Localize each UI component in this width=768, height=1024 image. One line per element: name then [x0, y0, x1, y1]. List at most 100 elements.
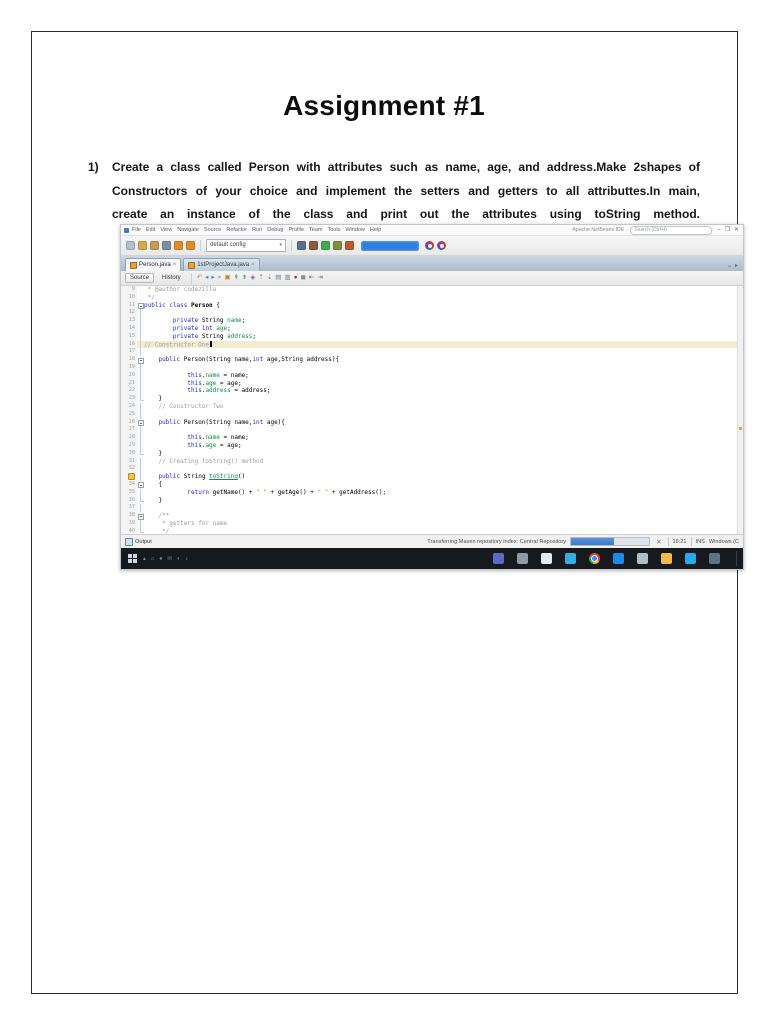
tray-icon[interactable]: ⌂ [151, 556, 154, 562]
comment-icon[interactable]: ▤ [275, 272, 281, 284]
menu-navigate[interactable]: Navigate [177, 227, 199, 233]
fold-indicator [137, 473, 144, 481]
error-stripe[interactable] [737, 286, 743, 534]
menu-edit[interactable]: Edit [146, 227, 155, 233]
cancel-progress-icon[interactable]: ✕ [654, 538, 663, 546]
fold-indicator [137, 426, 144, 435]
menu-view[interactable]: View [160, 227, 172, 233]
maximize-icon[interactable]: ❐ [725, 225, 730, 235]
close-tab-icon[interactable]: × [173, 262, 177, 268]
menu-run[interactable]: Run [252, 227, 262, 233]
code-text: this.name = name; [187, 371, 249, 379]
open-project-icon[interactable] [150, 241, 159, 250]
menu-debug[interactable]: Debug [267, 227, 283, 233]
show-desktop-button[interactable] [736, 551, 739, 566]
menu-team[interactable]: Team [309, 227, 322, 233]
code-line: 11 public class Person { [121, 302, 743, 310]
config-dropdown[interactable]: default config ▾ [206, 239, 286, 252]
line-number: 9 [131, 286, 135, 292]
undo-icon[interactable] [174, 241, 183, 250]
record-macro-icon[interactable]: ● [294, 272, 298, 284]
debug-project-icon[interactable] [333, 241, 342, 250]
line-number: 32 [128, 465, 135, 472]
menu-help[interactable]: Help [370, 227, 381, 233]
settings-app-icon[interactable] [541, 553, 552, 564]
line-number: 18 [128, 356, 135, 363]
minimize-icon[interactable]: – [717, 225, 720, 235]
tray-icon[interactable]: ● [159, 556, 162, 562]
save-all-icon[interactable] [162, 241, 171, 250]
menu-profile[interactable]: Profile [288, 227, 304, 233]
clean-build-icon[interactable] [309, 241, 318, 250]
tab-scroll-right-icon[interactable]: ▸ [735, 262, 738, 269]
toolbar-separator [200, 240, 201, 251]
fold-collapse-icon[interactable] [137, 420, 144, 427]
forward-icon[interactable]: ▸ [211, 272, 214, 284]
back-icon[interactable]: ◂ [205, 272, 208, 284]
file-explorer-icon[interactable] [517, 553, 528, 564]
run-project-icon[interactable] [321, 241, 330, 250]
fold-collapse-icon[interactable] [137, 357, 144, 364]
tab-1stprojectjava-java[interactable]: 1stProjectJava.java × [183, 258, 260, 271]
fold-collapse-icon[interactable] [137, 513, 144, 520]
output-tab[interactable]: Output [135, 539, 152, 545]
close-icon[interactable]: ✕ [734, 225, 739, 235]
report-issue-icon[interactable] [437, 241, 446, 250]
menu-source[interactable]: Source [204, 227, 221, 233]
menu-refactor[interactable]: Refactor [226, 227, 247, 233]
shift-right-icon[interactable]: ⇥ [317, 272, 322, 284]
fold-indicator [137, 324, 144, 333]
tray-icon[interactable]: ◐ [177, 556, 180, 562]
recycle-bin-icon[interactable] [637, 553, 648, 564]
tab-list-icon[interactable]: ⌄ [727, 262, 732, 269]
prev-usage-icon[interactable]: ⇡ [258, 272, 263, 284]
profile-project-icon[interactable] [345, 241, 354, 250]
next-bookmark-icon[interactable]: ⇟ [242, 272, 247, 284]
redo-icon[interactable] [186, 241, 195, 250]
last-edit-icon[interactable]: ↶ [197, 272, 202, 284]
search-input[interactable]: Search (Ctrl+I) [630, 225, 713, 235]
teams-app-icon[interactable] [493, 553, 504, 564]
folder-app-icon[interactable] [661, 553, 672, 564]
menu-file[interactable]: File [132, 227, 141, 233]
next-usage-icon[interactable]: ⇣ [267, 272, 272, 284]
toggle-bookmark-icon[interactable]: ◈ [250, 272, 255, 284]
chrome-browser-icon[interactable] [589, 553, 600, 564]
fold-collapse-icon[interactable] [137, 482, 144, 489]
fold-line [140, 488, 141, 497]
tab-person-java[interactable]: Person.java × [125, 258, 182, 271]
menu-window[interactable]: Window [345, 227, 365, 233]
start-button[interactable] [128, 554, 137, 563]
fold-line [140, 473, 141, 481]
memory-toolbar-badge[interactable] [361, 240, 419, 251]
shift-left-icon[interactable]: ⇤ [309, 272, 314, 284]
fold-indicator [137, 317, 144, 325]
menu-tools[interactable]: Tools [328, 227, 341, 233]
code-editor[interactable]: 9 * @author codezilla 10 */11 public class… [121, 286, 743, 534]
tray-icon[interactable]: ▴ [143, 556, 146, 562]
line-number: 20 [128, 371, 135, 378]
line-number: 34 [128, 480, 135, 487]
new-file-icon[interactable] [126, 241, 135, 250]
skype-app-icon[interactable] [685, 553, 696, 564]
uncomment-icon[interactable]: ▥ [284, 272, 290, 284]
stop-macro-icon[interactable]: ◼ [301, 272, 306, 284]
mail-app-icon[interactable] [613, 553, 624, 564]
tray-icon[interactable]: ✉ [167, 556, 172, 562]
source-view-button[interactable]: Source [125, 273, 155, 283]
build-project-icon[interactable] [297, 241, 306, 250]
tray-icon[interactable]: ♪ [185, 556, 188, 562]
fold-collapse-icon[interactable] [137, 303, 144, 310]
telegram-app-icon[interactable] [565, 553, 576, 564]
history-view-button[interactable]: History [157, 273, 186, 283]
find-selection-icon[interactable]: ⌕ [218, 272, 222, 284]
highlight-icon[interactable]: ▣ [224, 272, 230, 284]
line-number: 14 [128, 324, 135, 331]
prev-bookmark-icon[interactable]: ⇞ [233, 272, 238, 284]
update-center-icon[interactable] [425, 241, 434, 250]
new-project-icon[interactable] [138, 241, 147, 250]
store-app-icon[interactable] [709, 553, 720, 564]
close-tab-icon[interactable]: × [251, 262, 255, 268]
fold-end [140, 527, 144, 534]
code-text: { [144, 480, 163, 488]
